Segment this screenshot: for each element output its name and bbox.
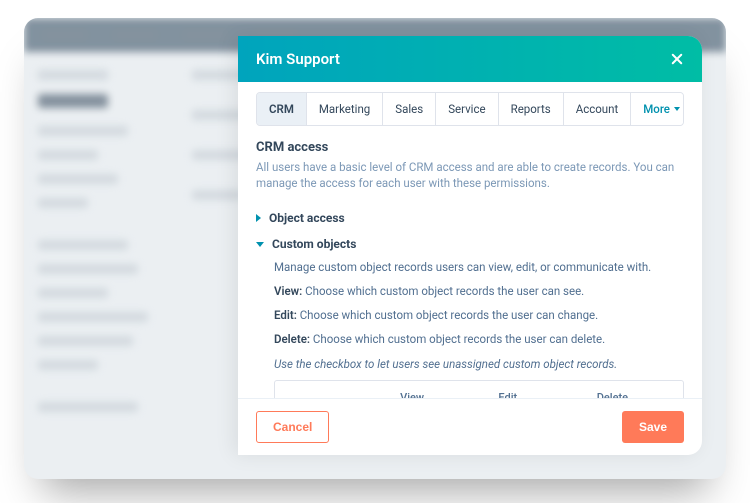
custom-edit-line: Edit: Choose which custom object records…	[274, 307, 684, 323]
panel-body: CRM access All users have a basic level …	[238, 126, 702, 398]
col-delete: Delete	[585, 381, 683, 398]
custom-objects-content: Manage custom object records users can v…	[256, 257, 684, 398]
tab-sales[interactable]: Sales	[383, 93, 436, 125]
tab-marketing[interactable]: Marketing	[307, 93, 383, 125]
tab-service[interactable]: Service	[436, 93, 498, 125]
section-label: Custom objects	[272, 237, 356, 251]
tab-more-label: More	[643, 102, 670, 116]
panel-footer: Cancel Save	[238, 398, 702, 455]
table-header: View Edit Delete	[275, 381, 683, 398]
tab-crm[interactable]: CRM	[257, 93, 307, 125]
panel-title: Kim Support	[256, 50, 340, 68]
permissions-panel: Kim Support CRM Marketing Sales Service …	[238, 36, 702, 455]
custom-hint: Use the checkbox to let users see unassi…	[274, 356, 684, 372]
col-view: View	[388, 381, 486, 398]
custom-objects-table: View Edit Delete Demo Shipments Everythi…	[274, 380, 684, 398]
chevron-down-icon	[256, 242, 264, 247]
cancel-button[interactable]: Cancel	[256, 411, 329, 443]
custom-delete-line: Delete: Choose which custom object recor…	[274, 331, 684, 347]
section-label: Object access	[269, 211, 345, 225]
close-icon[interactable]	[670, 52, 684, 66]
save-button[interactable]: Save	[622, 411, 684, 443]
tab-account[interactable]: Account	[564, 93, 632, 125]
crm-access-heading: CRM access	[256, 140, 684, 155]
custom-intro: Manage custom object records users can v…	[274, 259, 684, 275]
col-edit: Edit	[486, 381, 584, 398]
tab-reports[interactable]: Reports	[499, 93, 564, 125]
tabs: CRM Marketing Sales Service Reports Acco…	[256, 92, 684, 126]
section-object-access[interactable]: Object access	[256, 205, 684, 231]
panel-header: Kim Support	[238, 36, 702, 82]
crm-access-description: All users have a basic level of CRM acce…	[256, 159, 684, 191]
section-custom-objects[interactable]: Custom objects	[256, 231, 684, 257]
chevron-right-icon	[256, 214, 261, 222]
chevron-down-icon	[674, 107, 680, 111]
custom-view-line: View: Choose which custom object records…	[274, 283, 684, 299]
tab-more[interactable]: More	[631, 93, 684, 125]
